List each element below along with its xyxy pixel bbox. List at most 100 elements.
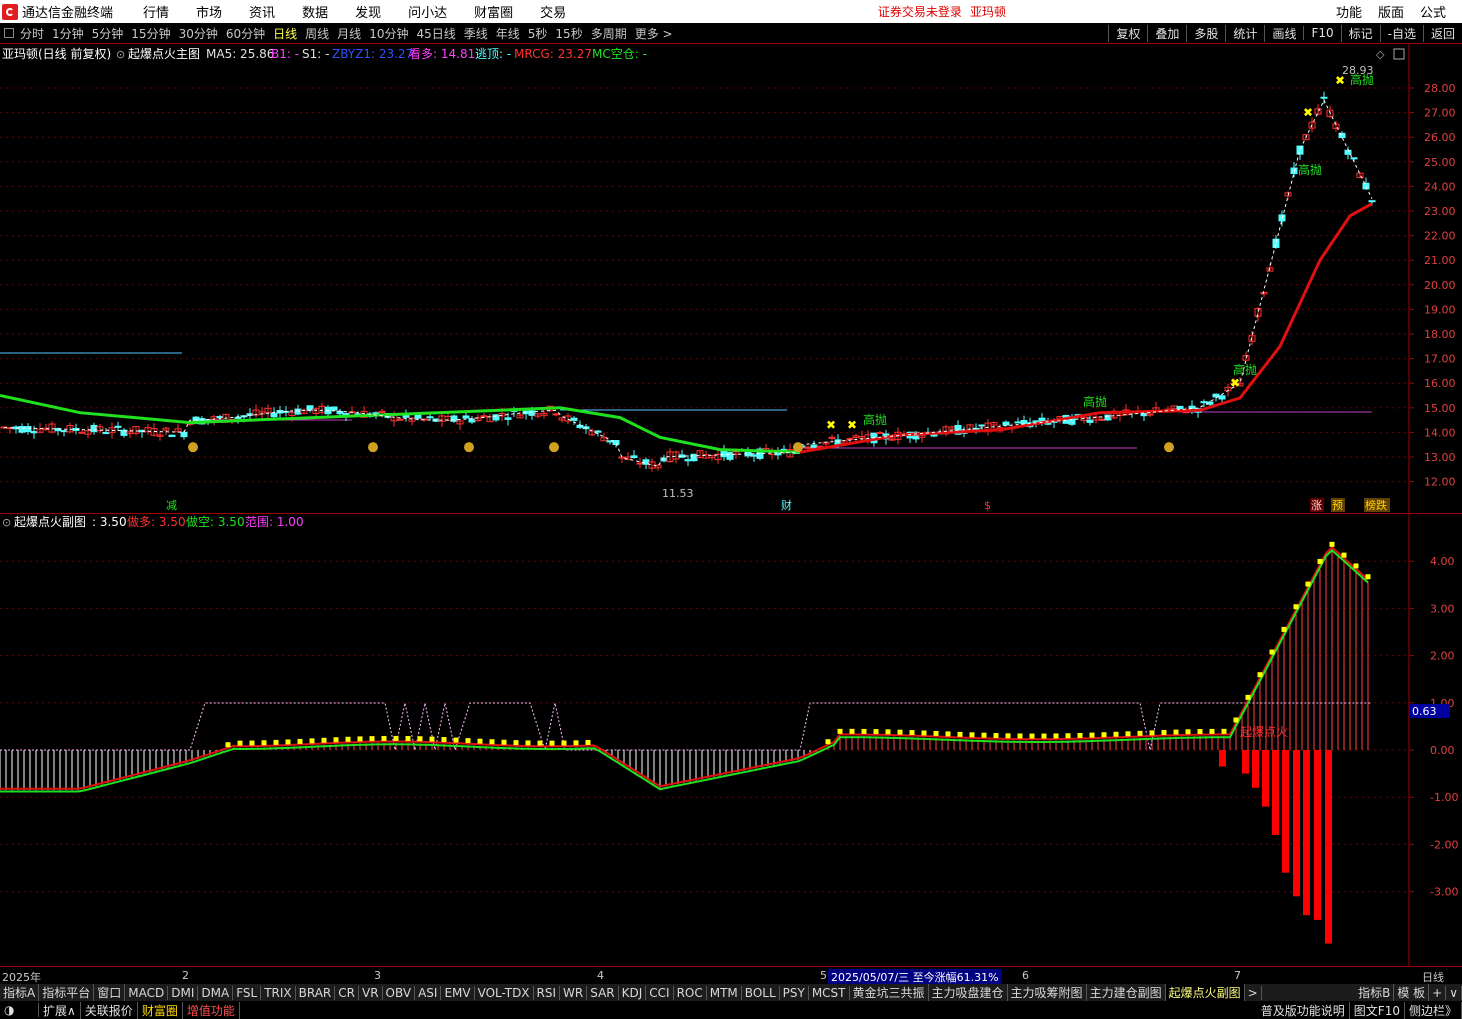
- tab-cr[interactable]: CR: [335, 985, 359, 1000]
- menu-item-gongshi[interactable]: 公式: [1420, 2, 1446, 21]
- s1-value: S1: -: [302, 47, 329, 61]
- tab-macd[interactable]: MACD: [125, 985, 169, 1000]
- tab-zhuli-xipan[interactable]: 主力吸盘建仓: [929, 984, 1008, 1001]
- menu-item-banmian[interactable]: 版面: [1378, 2, 1404, 21]
- status-tuwen-f10[interactable]: 图文F10: [1350, 1001, 1405, 1019]
- tab-scroll-right[interactable]: >: [1245, 985, 1262, 1000]
- tab-kdj[interactable]: KDJ: [619, 985, 647, 1000]
- tool-huaxian[interactable]: 画线: [1264, 24, 1303, 42]
- tab-roc[interactable]: ROC: [674, 985, 707, 1000]
- status-cebianlan[interactable]: 侧边栏》: [1405, 1001, 1462, 1019]
- period-multi[interactable]: 多周期: [591, 25, 627, 42]
- period-15min[interactable]: 15分钟: [131, 25, 170, 42]
- sub-indicator-name[interactable]: 起爆点火副图: [14, 515, 86, 529]
- tab-asi[interactable]: ASI: [415, 985, 442, 1000]
- status-guanlian[interactable]: 关联报价: [81, 1001, 138, 1019]
- panel-toggle-icon[interactable]: [4, 28, 14, 38]
- tab-rsi[interactable]: RSI: [534, 985, 561, 1000]
- period-weekly[interactable]: 周线: [305, 25, 329, 42]
- period-more[interactable]: 更多 >: [635, 25, 673, 42]
- period-5min[interactable]: 5分钟: [92, 25, 124, 42]
- sub-neg-bar: [1272, 750, 1279, 835]
- candle-body: [1290, 167, 1298, 175]
- tab-psy[interactable]: PSY: [780, 985, 809, 1000]
- tab-brar[interactable]: BRAR: [296, 985, 336, 1000]
- menu-item-zixun[interactable]: 资讯: [249, 2, 275, 21]
- tab-vr[interactable]: VR: [359, 985, 383, 1000]
- tab-emv[interactable]: EMV: [441, 985, 475, 1000]
- tab-chuangkou[interactable]: 窗口: [94, 984, 126, 1001]
- tab-wr[interactable]: WR: [560, 985, 588, 1000]
- tab-qibao-dianhuo[interactable]: 起爆点火副图: [1165, 984, 1245, 1001]
- tab-zhibiao-a[interactable]: 指标A: [0, 984, 40, 1001]
- period-45day[interactable]: 45日线: [416, 25, 455, 42]
- menu-item-gongneng[interactable]: 功能: [1336, 2, 1362, 21]
- candle-body: [330, 406, 338, 411]
- period-1min[interactable]: 1分钟: [52, 25, 84, 42]
- period-year[interactable]: 年线: [496, 25, 520, 42]
- tab-more[interactable]: ∨: [1446, 985, 1462, 1000]
- main-kline-chart[interactable]: 28.00 27.00 26.00 25.00 24.00 23.00 22.00 21.00…: [0, 44, 1462, 514]
- tab-obv[interactable]: OBV: [383, 985, 416, 1000]
- sub-yellow-dot: [561, 740, 567, 746]
- tab-zhuli-xichou[interactable]: 主力吸筹附图: [1008, 984, 1087, 1001]
- maximize-icon[interactable]: [1393, 48, 1405, 60]
- diamond-icon[interactable]: ◇: [1376, 48, 1385, 61]
- sub-yellow-dot: [453, 737, 459, 743]
- tab-mcst[interactable]: MCST: [809, 985, 850, 1000]
- tab-dmi[interactable]: DMI: [168, 985, 199, 1000]
- tab-moban[interactable]: 模 板: [1394, 984, 1430, 1001]
- menu-item-jiaoyi[interactable]: 交易: [540, 2, 566, 21]
- menu-item-shuju[interactable]: 数据: [302, 2, 328, 21]
- price-axis-label: 13.00: [1424, 451, 1456, 464]
- tab-zhibiao-pingtai[interactable]: 指标平台: [39, 984, 95, 1001]
- tool-diejia[interactable]: 叠加: [1147, 24, 1186, 42]
- menu-item-shichang[interactable]: 市场: [196, 2, 222, 21]
- tool-f10[interactable]: F10: [1303, 26, 1340, 40]
- tab-add[interactable]: +: [1429, 985, 1447, 1000]
- tab-zhuli-jiancang[interactable]: 主力建仓副图: [1087, 984, 1166, 1001]
- period-5sec[interactable]: 5秒: [528, 25, 548, 42]
- period-10min[interactable]: 10分钟: [369, 25, 408, 42]
- period-monthly[interactable]: 月线: [337, 25, 361, 42]
- menu-item-caifuquan[interactable]: 财富圈: [474, 2, 513, 21]
- sub-indicator-chart[interactable]: 4.003.002.001.000.00-1.00-2.00-3.00 ⊙ 起爆…: [0, 514, 1462, 966]
- status-puji-shuoming[interactable]: 普及版功能说明: [1257, 1001, 1350, 1019]
- tab-sar[interactable]: SAR: [587, 985, 619, 1000]
- period-30min[interactable]: 30分钟: [179, 25, 218, 42]
- tab-fsl[interactable]: FSL: [233, 985, 262, 1000]
- candle-body: [1086, 419, 1094, 423]
- candle-body: [306, 405, 314, 411]
- chevron-down-icon[interactable]: ⊙: [116, 48, 125, 61]
- chevron-down-icon[interactable]: ⊙: [2, 516, 11, 529]
- tab-vol-tdx[interactable]: VOL-TDX: [475, 985, 534, 1000]
- tab-cci[interactable]: CCI: [646, 985, 674, 1000]
- period-quarter[interactable]: 季线: [464, 25, 488, 42]
- login-warning[interactable]: 证券交易未登录: [878, 3, 962, 20]
- tool-fuquan[interactable]: 复权: [1108, 24, 1147, 42]
- tab-huangjinkeng[interactable]: 黄金坑三共振: [850, 984, 929, 1001]
- main-indicator-name[interactable]: 起爆点火主图: [128, 47, 200, 61]
- candle-body: [1320, 96, 1328, 99]
- tab-boll[interactable]: BOLL: [742, 985, 780, 1000]
- period-15sec[interactable]: 15秒: [555, 25, 582, 42]
- status-zengzhi[interactable]: 增值功能: [183, 1001, 240, 1019]
- tool-duogu[interactable]: 多股: [1186, 24, 1225, 42]
- tool-fanhui[interactable]: 返回: [1422, 24, 1462, 42]
- period-60min[interactable]: 60分钟: [226, 25, 265, 42]
- menu-item-hangqing[interactable]: 行情: [143, 2, 169, 21]
- menu-item-faxian[interactable]: 发现: [355, 2, 381, 21]
- status-caifuquan[interactable]: 财富圈: [138, 1001, 183, 1019]
- tab-dma[interactable]: DMA: [198, 985, 234, 1000]
- period-fenshi[interactable]: 分时: [20, 25, 44, 42]
- tab-trix[interactable]: TRIX: [261, 985, 296, 1000]
- tab-mtm[interactable]: MTM: [707, 985, 742, 1000]
- tool-zixuan[interactable]: -自选: [1379, 24, 1423, 42]
- tool-biaoji[interactable]: 标记: [1340, 24, 1380, 42]
- tab-zhibiao-b[interactable]: 指标B: [1355, 984, 1395, 1001]
- status-kuozhan[interactable]: 扩展∧: [39, 1001, 81, 1019]
- period-daily[interactable]: 日线: [273, 25, 297, 42]
- menu-item-wenxiaoda[interactable]: 问小达: [408, 2, 447, 21]
- tool-tongji[interactable]: 统计: [1225, 24, 1264, 42]
- toggle-icon[interactable]: ◑: [0, 1003, 39, 1017]
